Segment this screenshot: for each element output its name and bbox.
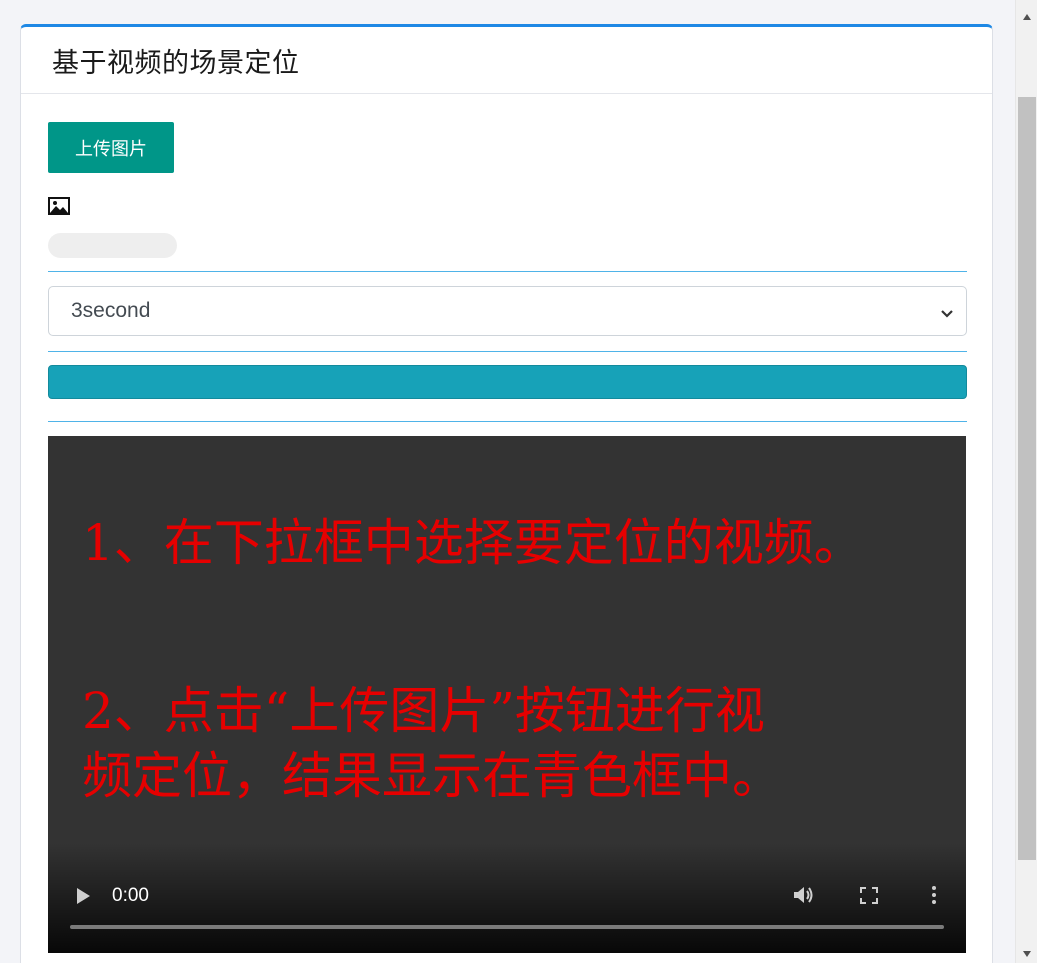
- divider: [48, 421, 967, 422]
- play-icon[interactable]: [75, 887, 91, 905]
- volume-icon[interactable]: [793, 885, 815, 905]
- page: 基于视频的场景定位 上传图片 3second 1、在下拉框中选择要定位的视频。 …: [0, 0, 1037, 963]
- main-card: 基于视频的场景定位 上传图片 3second 1、在下拉框中选择要定位的视频。 …: [20, 24, 993, 963]
- result-bar: [48, 365, 967, 399]
- more-vertical-icon[interactable]: [931, 885, 937, 905]
- video-overlay-line: 1、在下拉框中选择要定位的视频。: [82, 514, 864, 572]
- video-controls: 0:00: [48, 843, 966, 953]
- fullscreen-icon[interactable]: [860, 887, 878, 904]
- image-icon: [48, 197, 70, 215]
- vertical-scrollbar[interactable]: [1015, 0, 1037, 963]
- scroll-down-arrow-icon[interactable]: [1022, 945, 1032, 957]
- video-time: 0:00: [112, 885, 149, 906]
- divider: [48, 271, 967, 272]
- upload-image-button[interactable]: 上传图片: [48, 122, 174, 173]
- video-seek-bar[interactable]: [70, 925, 944, 929]
- scroll-up-arrow-icon[interactable]: [1022, 8, 1032, 20]
- chevron-down-icon: [940, 306, 954, 318]
- card-header: 基于视频的场景定位: [21, 27, 992, 94]
- video-player[interactable]: 1、在下拉框中选择要定位的视频。 2、点击“上传图片”按钮进行视 频定位，结果显…: [48, 436, 966, 953]
- page-title: 基于视频的场景定位: [52, 47, 300, 79]
- video-select[interactable]: 3second: [48, 286, 967, 336]
- divider: [48, 351, 967, 352]
- video-overlay-line: 2、点击“上传图片”按钮进行视: [82, 682, 765, 740]
- scrollbar-thumb[interactable]: [1018, 97, 1036, 860]
- video-select-value: 3second: [71, 299, 151, 322]
- upload-progress-placeholder: [48, 233, 177, 258]
- video-overlay-line: 频定位，结果显示在青色框中。: [82, 747, 782, 805]
